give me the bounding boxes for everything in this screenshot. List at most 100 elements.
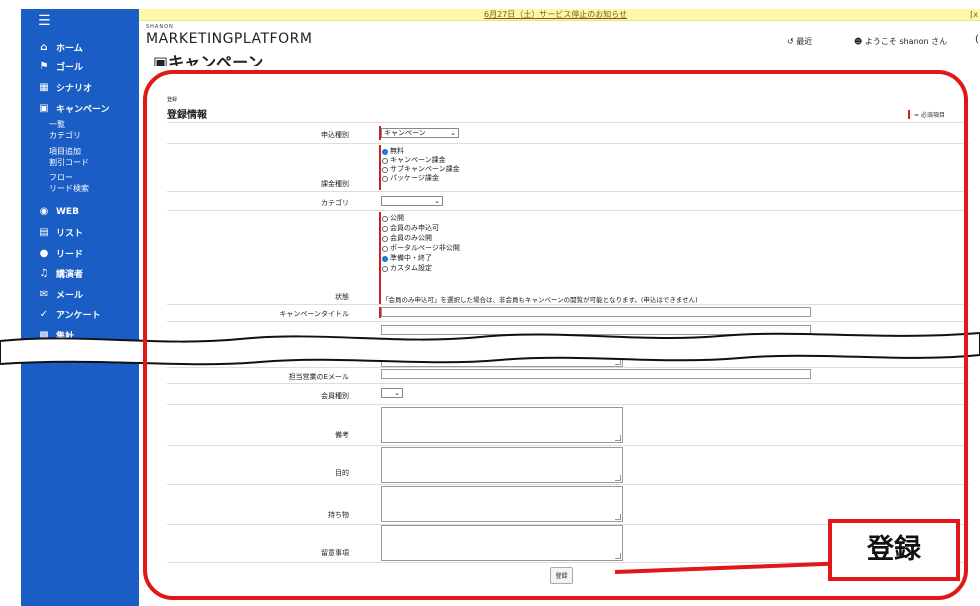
chevron-down-icon: ⌄ — [394, 389, 400, 397]
help-icon[interactable]: ( — [975, 34, 979, 45]
remarks-textarea[interactable] — [381, 407, 623, 443]
sidebar-item-label: WEB — [56, 206, 79, 217]
divider — [167, 122, 969, 123]
list-icon: ▤ — [39, 227, 49, 238]
hamburger-icon[interactable]: ☰ — [38, 14, 51, 28]
status-radio-preparing[interactable]: 準備中・終了 — [382, 254, 432, 263]
radio-icon — [382, 157, 388, 164]
divider — [167, 210, 969, 211]
sidebar-item-lead[interactable]: ● リード — [38, 247, 83, 260]
status-label: 状態 — [335, 293, 349, 301]
billing-radio-free[interactable]: 無料 — [382, 147, 404, 156]
divider — [167, 404, 969, 405]
divider — [167, 484, 969, 485]
sidebar-item-home[interactable]: ⌂ ホーム — [38, 41, 83, 54]
chevron-down-icon: ⌄ — [450, 129, 456, 137]
torn-edge — [0, 331, 980, 366]
status-radio-custom[interactable]: カスタム設定 — [382, 264, 432, 273]
campaign-title-label: キャンペーンタイトル — [279, 310, 349, 318]
member-type-select[interactable]: ⌄ — [381, 388, 403, 398]
radio-selected-icon — [382, 148, 388, 155]
application-type-select[interactable]: キャンペーン ⌄ — [381, 128, 459, 138]
sidebar-item-survey[interactable]: ✓ アンケート — [38, 308, 101, 321]
sidebar-item-label: アンケート — [56, 311, 101, 321]
sidebar-subitem-flow[interactable]: フロー — [49, 172, 73, 183]
calendar-icon: ▣ — [153, 53, 169, 66]
sidebar-subitem-list[interactable]: 一覧 — [49, 119, 65, 130]
required-marker — [379, 212, 381, 304]
divider — [167, 143, 969, 144]
sidebar-item-goal[interactable]: ⚑ ゴール — [38, 60, 84, 73]
brand-company: SHANON — [146, 24, 174, 30]
sidebar-item-list[interactable]: ▤ リスト — [38, 226, 83, 239]
user-icon: ☻ — [854, 37, 863, 46]
radio-icon — [382, 215, 388, 222]
sidebar-item-label: ゴール — [56, 63, 84, 73]
sidebar-subitem-add-item[interactable]: 項目追加 — [49, 146, 81, 157]
section-title: 登録情報 — [167, 110, 207, 121]
page-title: ▣キャンペーン — [153, 52, 263, 66]
radio-icon — [382, 235, 388, 242]
sidebar-item-label: リード — [56, 250, 84, 260]
status-radio-members-public[interactable]: 会員のみ公開 — [382, 234, 432, 243]
service-notice-link[interactable]: 6月27日（土）サービス停止のお知らせ — [484, 9, 627, 20]
divider — [167, 383, 969, 384]
belongings-label: 持ち物 — [328, 511, 349, 519]
submit-button[interactable]: 登録 — [550, 567, 573, 584]
member-type-label: 会員種別 — [321, 392, 349, 400]
billing-radio-subcampaign[interactable]: サブキャンペーン課金 — [382, 165, 460, 174]
radio-icon — [382, 166, 388, 173]
required-legend: = 必須項目 — [908, 110, 945, 119]
category-label: カテゴリ — [321, 199, 349, 207]
billing-radio-campaign[interactable]: キャンペーン課金 — [382, 156, 446, 165]
flag-icon: ⚑ — [39, 61, 49, 72]
divider — [167, 445, 969, 446]
status-note: 「会員のみ申込可」を選択した場合は、非会員もキャンペーンの閲覧が可能となります。… — [382, 296, 698, 304]
user-suffix: さん — [931, 37, 948, 46]
sidebar-subitem-category[interactable]: カテゴリ — [49, 130, 81, 141]
sidebar-item-label: リスト — [56, 229, 84, 239]
recent-label: 最近 — [796, 37, 813, 46]
person-icon: ● — [39, 248, 49, 259]
divider — [167, 191, 969, 192]
chevron-down-icon: ⌄ — [434, 197, 440, 205]
status-radio-public[interactable]: 公開 — [382, 214, 404, 223]
sidebar-item-web[interactable]: ◉ WEB — [38, 206, 79, 217]
sidebar-item-campaign[interactable]: ▣ キャンペーン — [38, 102, 109, 115]
billing-type-label: 課金種別 — [321, 180, 349, 188]
check-icon: ✓ — [39, 309, 49, 320]
sidebar-item-label: 講演者 — [56, 270, 84, 280]
user-name: shanon — [899, 37, 929, 46]
user-menu[interactable]: ☻ ようこそ shanon さん — [854, 36, 947, 47]
recent-button[interactable]: ↺ 最近 — [787, 36, 812, 47]
status-radio-portal-hidden[interactable]: ポータルページ非公開 — [382, 244, 460, 253]
required-marker — [908, 110, 910, 119]
remarks-label: 備考 — [335, 431, 349, 439]
belongings-textarea[interactable] — [381, 486, 623, 522]
welcome-label: ようこそ — [864, 37, 897, 46]
scenario-icon: ▦ — [39, 82, 49, 93]
precautions-label: 留意事項 — [321, 549, 349, 557]
radio-icon — [382, 175, 388, 182]
category-select[interactable]: ⌄ — [381, 196, 443, 206]
sidebar-item-mail[interactable]: ✉ メール — [38, 288, 83, 301]
sidebar-subitem-discount-code[interactable]: 割引コード — [49, 157, 89, 168]
status-radio-members-apply[interactable]: 会員のみ申込可 — [382, 224, 439, 233]
purpose-textarea[interactable] — [381, 447, 623, 483]
notice-close-link[interactable]: [x — [970, 9, 978, 20]
radio-selected-icon — [382, 255, 388, 262]
campaign-title-input[interactable] — [381, 307, 811, 317]
sidebar-item-speaker[interactable]: ♫ 講演者 — [38, 267, 84, 280]
radio-icon — [382, 225, 388, 232]
mail-icon: ✉ — [39, 289, 49, 300]
billing-radio-package[interactable]: パッケージ課金 — [382, 174, 439, 183]
purpose-label: 目的 — [335, 469, 349, 477]
radio-icon — [382, 265, 388, 272]
brand-logo[interactable]: MARKETINGPLATFORM — [146, 31, 312, 47]
home-icon: ⌂ — [40, 42, 48, 53]
sidebar-item-scenario[interactable]: ▦ シナリオ — [38, 81, 92, 94]
sidebar-item-label: ホーム — [56, 44, 83, 54]
sidebar-subitem-lead-search[interactable]: リード検索 — [49, 183, 89, 194]
history-icon: ↺ — [787, 37, 794, 46]
precautions-textarea[interactable] — [381, 525, 623, 561]
